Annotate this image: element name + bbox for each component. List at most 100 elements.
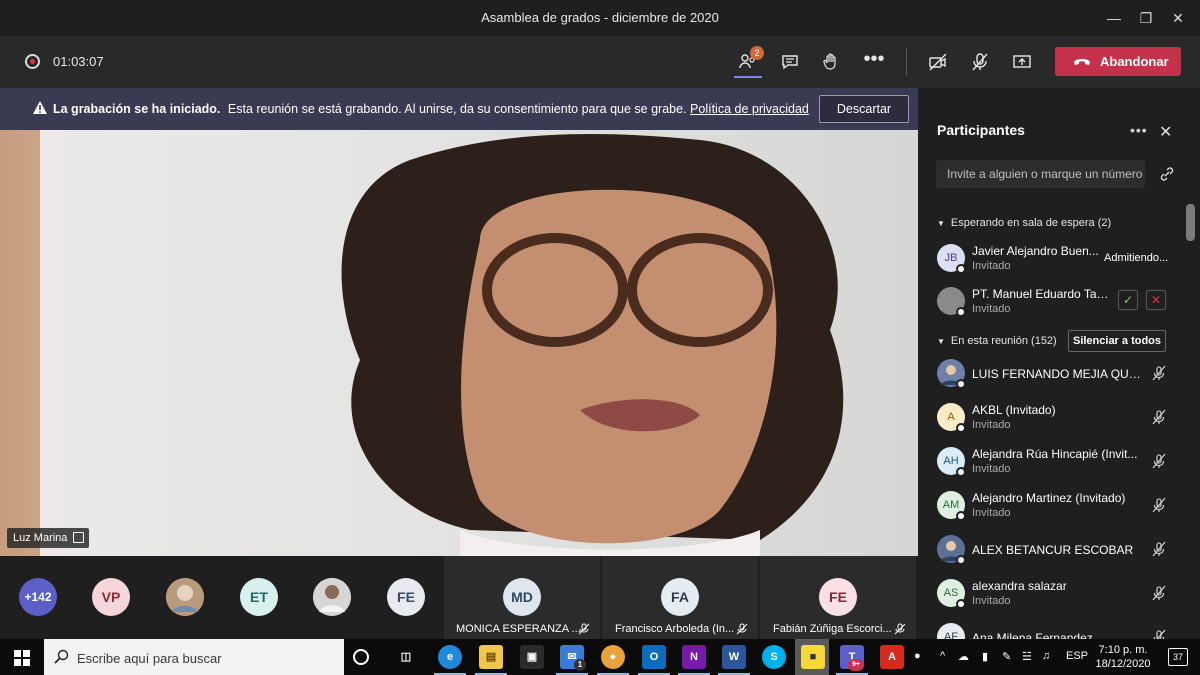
participants-badge: 2: [750, 46, 764, 60]
panel-more-button[interactable]: •••: [1130, 122, 1148, 138]
avatar-initials: A: [947, 411, 955, 423]
tile-name: MONICA ESPERANZA ...: [456, 623, 581, 635]
onenote-icon[interactable]: N: [682, 645, 706, 669]
avatar-initials: VP: [101, 589, 121, 605]
lobby-row[interactable]: PT. Manuel Eduardo Tab... Invitado ✓ ✕: [918, 281, 1200, 325]
lobby-section-header[interactable]: ▼ Esperando en sala de espera (2): [937, 217, 1111, 229]
participant-row[interactable]: ALEX BETANCUR ESCOBAR: [918, 529, 1200, 573]
mic-off-icon: [972, 53, 988, 71]
camera-off-button[interactable]: [924, 48, 952, 76]
search-placeholder: Escribe aquí para buscar: [77, 651, 222, 666]
word-icon[interactable]: W: [722, 645, 746, 669]
participant-row[interactable]: A AKBL (Invitado) Invitado: [918, 397, 1200, 441]
in-meeting-section-header[interactable]: ▼ En esta reunión (152): [937, 335, 1057, 347]
file-explorer-icon[interactable]: ▤: [479, 645, 503, 669]
participant-role: Invitado: [972, 260, 1011, 272]
mic-off-icon[interactable]: [1151, 585, 1167, 601]
mic-off-icon[interactable]: [1151, 541, 1167, 557]
lobby-row[interactable]: JB Javier Alejandro Buen... Invitado Adm…: [918, 238, 1200, 282]
participants-button[interactable]: 2: [734, 46, 764, 76]
mail-badge: 1: [574, 659, 586, 671]
sticky-notes-icon[interactable]: ■: [801, 645, 825, 669]
mic-off-icon[interactable]: [1151, 497, 1167, 513]
volume-icon[interactable]: ♫: [1042, 650, 1050, 662]
participant-row[interactable]: AF Ana Milena Fernandez: [918, 617, 1200, 639]
onedrive-icon[interactable]: ☁: [958, 650, 969, 663]
participant-name: LUIS FERNANDO MEJIA QUIR...: [972, 367, 1142, 381]
mic-off-button[interactable]: [966, 48, 994, 76]
mic-off-icon[interactable]: [1151, 629, 1167, 639]
task-view-icon[interactable]: ◫: [394, 645, 418, 669]
deny-button[interactable]: ✕: [1146, 290, 1166, 310]
hang-up-icon: [1074, 59, 1090, 65]
edge-icon[interactable]: e: [438, 645, 462, 669]
chevron-down-icon: ▼: [937, 337, 945, 346]
tile-avatar: FA: [661, 578, 699, 616]
skype-icon[interactable]: S: [762, 645, 786, 669]
mic-off-icon[interactable]: [1151, 409, 1167, 425]
battery-icon[interactable]: ▮: [982, 650, 988, 663]
admit-button[interactable]: ✓: [1118, 290, 1138, 310]
share-screen-button[interactable]: [1008, 48, 1036, 76]
mute-all-button[interactable]: Silenciar a todos: [1068, 330, 1166, 352]
teams-badge: 9+: [848, 659, 864, 671]
wifi-icon[interactable]: ☱: [1022, 650, 1032, 663]
share-link-icon[interactable]: [1159, 166, 1175, 182]
more-actions-button[interactable]: •••: [860, 48, 888, 76]
participant-row[interactable]: AS alexandra salazar Invitado: [918, 573, 1200, 617]
panel-scrollbar[interactable]: [1186, 204, 1195, 241]
leave-button[interactable]: Abandonar: [1055, 47, 1181, 76]
mic-off-icon: [578, 623, 590, 635]
avatar-initials: AS: [943, 587, 959, 599]
system-clock[interactable]: 7:10 p. m. 18/12/2020: [1093, 643, 1153, 671]
toolbar-separator: [906, 48, 907, 76]
windows-start-icon[interactable]: [14, 650, 30, 666]
close-window-button[interactable]: ✕: [1166, 6, 1190, 30]
mic-off-icon[interactable]: [1151, 453, 1167, 469]
strip-avatar[interactable]: FE: [387, 578, 425, 616]
cortana-icon[interactable]: [353, 649, 369, 665]
strip-avatar[interactable]: ET: [240, 578, 278, 616]
tile-name: Fabián Zúñiga Escorci...: [773, 623, 892, 635]
chrome-icon[interactable]: ●: [601, 645, 625, 669]
leave-label: Abandonar: [1100, 54, 1169, 69]
pin-icon[interactable]: [73, 532, 85, 543]
invite-input[interactable]: [936, 160, 1145, 188]
status-icon: [956, 511, 966, 521]
maximize-button[interactable]: ❐: [1134, 6, 1158, 30]
status-icon: [956, 379, 966, 389]
raise-hand-button[interactable]: [817, 48, 845, 76]
acrobat-icon[interactable]: A: [880, 645, 904, 669]
strip-avatar[interactable]: [166, 578, 204, 616]
pen-icon[interactable]: ✎: [1002, 650, 1011, 663]
notification-center-icon[interactable]: 37: [1168, 648, 1188, 666]
participant-row[interactable]: LUIS FERNANDO MEJIA QUIR...: [918, 353, 1200, 397]
participant-role: Invitado: [972, 463, 1011, 475]
participant-row[interactable]: AM Alejandro Martinez (Invitado) Invitado: [918, 485, 1200, 529]
participant-row[interactable]: AH Alejandra Rúa Hincapié (Invit... Invita…: [918, 441, 1200, 485]
overflow-participants-button[interactable]: +142: [19, 578, 57, 616]
dismiss-banner-button[interactable]: Descartar: [819, 95, 909, 123]
close-panel-button[interactable]: ✕: [1159, 122, 1172, 142]
meeting-toolbar: 01:03:07 2 •••: [0, 36, 1200, 88]
strip-avatar[interactable]: VP: [92, 578, 130, 616]
strip-avatar[interactable]: [313, 578, 351, 616]
status-icon: [956, 264, 966, 274]
chat-button[interactable]: [776, 48, 804, 76]
banner-heading: La grabación se ha iniciado.: [53, 102, 221, 116]
mic-off-icon[interactable]: [1151, 365, 1167, 381]
speaker-name-tag: Luz Marina: [7, 528, 90, 548]
taskbar-search[interactable]: Escribe aquí para buscar: [44, 639, 344, 675]
status-icon: [956, 599, 966, 609]
privacy-policy-link[interactable]: Política de privacidad: [690, 102, 809, 116]
meeting-timer: 01:03:07: [53, 54, 104, 69]
minimize-button[interactable]: —: [1102, 6, 1126, 30]
outlook-icon[interactable]: O: [642, 645, 666, 669]
avatar-initials: AM: [942, 499, 960, 511]
participant-role: Invitado: [972, 303, 1011, 315]
recording-banner: La grabación se ha iniciado. Esta reunió…: [0, 88, 918, 130]
people-tray-icon[interactable]: ●: [914, 650, 921, 662]
language-indicator[interactable]: ESP: [1066, 650, 1088, 662]
tray-overflow-icon[interactable]: ^: [940, 650, 945, 662]
store-icon[interactable]: ▣: [520, 645, 544, 669]
